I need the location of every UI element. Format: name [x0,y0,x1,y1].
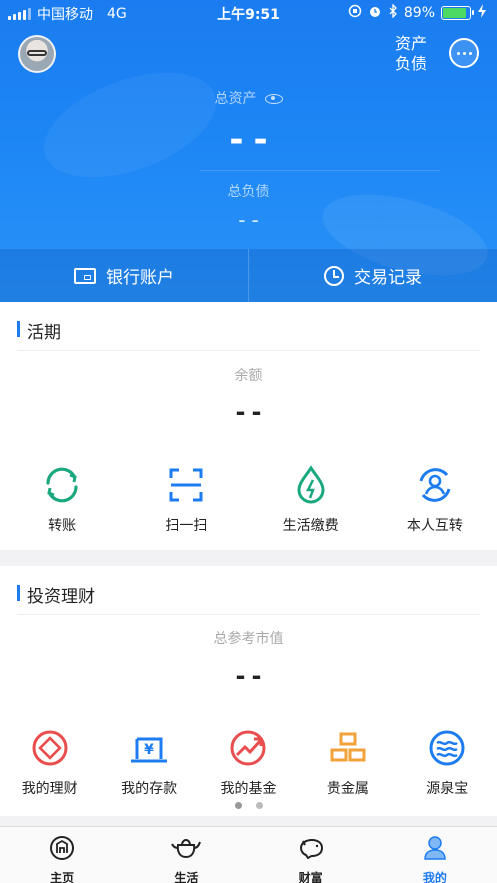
precious-metals-button[interactable]: 贵金属 [298,728,397,798]
self-transfer-button[interactable]: 本人互转 [373,465,497,535]
rotation-lock-icon [348,4,362,22]
battery-icon [441,6,474,20]
scan-icon [166,465,206,505]
scan-button[interactable]: 扫一扫 [124,465,248,535]
total-debt-label: 总负债 [227,184,270,200]
nav-wealth-label: 财富 [298,871,323,883]
charging-icon [477,4,487,22]
scan-label: 扫一扫 [165,518,208,534]
home-icon [49,835,75,865]
balance-label: 余额 [234,368,263,384]
eye-icon[interactable] [264,94,283,104]
my-fund-button[interactable]: 我的基金 [199,728,298,798]
status-bar: 中国移动 4G 上午9:51 89% [0,0,497,26]
bank-accounts-tab[interactable]: 银行账户 [0,249,248,302]
assets-liabilities-link[interactable]: 资产 负债 [393,34,429,74]
self-transfer-label: 本人互转 [406,518,463,534]
my-deposit-button[interactable]: ¥ 我的存款 [99,728,198,798]
current-account-section: 活期 余额 -- 转账 扫一扫 生活缴费 本人互转 [0,302,497,550]
divider [17,350,480,351]
svg-text:¥: ¥ [144,742,154,758]
my-fund-label: 我的基金 [220,781,277,797]
market-value-label: 总参考市值 [213,631,284,647]
utility-payment-button[interactable]: 生活缴费 [249,465,373,535]
alarm-icon [368,4,382,22]
bluetooth-icon [388,3,398,22]
investment-section: 投资理财 总参考市值 -- 我的理财 ¥ 我的存款 我的基金 贵金属 源泉宝 [0,566,497,816]
utility-payment-icon [291,465,331,505]
nav-life[interactable]: 生活 [124,827,248,883]
bank-accounts-label: 银行账户 [106,268,174,288]
teapot-icon [169,835,203,865]
total-assets-label: 总资产 [214,91,257,107]
divider [17,614,480,615]
nav-mine-label: 我的 [422,871,447,883]
bottom-navigation: 主页 生活 财富 我的 [0,826,497,883]
transfer-button[interactable]: 转账 [0,465,124,535]
page-dot-active[interactable] [234,802,242,809]
total-debt-value: -- [238,208,265,232]
page-indicator [0,802,497,809]
self-transfer-icon [415,465,455,505]
message-button[interactable] [449,38,479,68]
deposit-icon: ¥ [129,728,169,768]
precious-metals-label: 贵金属 [326,781,369,797]
nav-life-label: 生活 [174,871,199,883]
total-assets-row: 总资产 [0,88,497,108]
quick-actions: 转账 扫一扫 生活缴费 本人互转 [0,465,497,535]
nav-wealth[interactable]: 财富 [249,827,373,883]
clock-icon [324,265,344,286]
balance-value: -- [235,398,268,426]
account-header: 中国移动 4G 上午9:51 89% 资产 负债 总资产 -- 总负债 -- 银… [0,0,497,302]
transfer-label: 转账 [48,518,77,534]
battery-percent: 89% [403,5,435,21]
fund-icon [228,728,268,768]
yuanquanbao-label: 源泉宝 [426,781,469,797]
user-icon [423,835,447,865]
nav-home[interactable]: 主页 [0,827,124,883]
total-assets-value: -- [229,120,278,160]
utility-payment-label: 生活缴费 [282,518,339,534]
piggy-bank-icon [296,835,326,865]
section-title: 投资理财 [17,582,95,607]
bank-card-icon [74,267,96,284]
chat-bubble-icon [456,51,460,55]
market-value: -- [235,662,268,690]
section-title: 活期 [17,318,61,343]
investment-products: 我的理财 ¥ 我的存款 我的基金 贵金属 源泉宝 [0,728,497,798]
header-tabs: 银行账户 交易记录 [0,249,497,302]
transfer-icon [42,465,82,505]
nav-mine[interactable]: 我的 [373,827,497,883]
my-wealth-button[interactable]: 我的理财 [0,728,99,798]
yuanquanbao-button[interactable]: 源泉宝 [398,728,497,798]
nav-home-label: 主页 [50,871,75,883]
my-wealth-label: 我的理财 [21,781,78,797]
divider [200,170,440,171]
page-dot[interactable] [255,802,263,809]
transaction-history-label: 交易记录 [354,268,422,288]
yuanquanbao-icon [427,728,467,768]
my-deposit-label: 我的存款 [121,781,178,797]
transaction-history-tab[interactable]: 交易记录 [248,249,497,302]
gold-bars-icon [328,728,368,768]
wealth-icon [30,728,70,768]
user-avatar[interactable] [18,35,56,73]
